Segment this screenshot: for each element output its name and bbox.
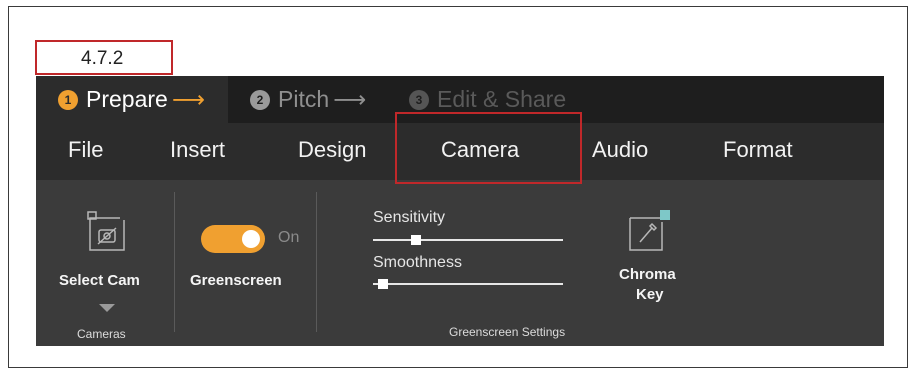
sensitivity-slider[interactable]	[373, 239, 563, 241]
ribbon-divider	[174, 192, 175, 332]
app-window: 1 Prepare ⟶ 2 Pitch ⟶ 3 Edit & Share Fil…	[36, 76, 884, 346]
menu-item-audio[interactable]: Audio	[592, 137, 648, 163]
step-prepare[interactable]: 1 Prepare ⟶	[36, 76, 228, 123]
chevron-down-icon[interactable]	[99, 304, 115, 312]
chroma-key-label-line2[interactable]: Key	[636, 286, 664, 303]
ribbon-divider	[316, 192, 317, 332]
greenscreen-settings-group-label: Greenscreen Settings	[449, 325, 566, 339]
step-label: Prepare	[86, 86, 168, 112]
toggle-knob	[242, 230, 260, 248]
menu-item-file[interactable]: File	[68, 137, 103, 163]
smoothness-label: Smoothness	[373, 254, 462, 271]
step-number-badge: 3	[409, 89, 429, 110]
step-arrow-icon: ⟶	[333, 86, 367, 112]
smoothness-slider-thumb[interactable]	[377, 279, 388, 289]
eyedropper-icon[interactable]	[626, 210, 670, 254]
toggle-state-label: On	[278, 229, 300, 246]
step-label: Pitch	[278, 86, 330, 112]
step-number-badge: 1	[58, 89, 78, 110]
smoothness-slider[interactable]	[373, 283, 563, 285]
step-label: Edit & Share	[437, 86, 567, 112]
menu-item-design[interactable]: Design	[298, 137, 366, 163]
version-annotation-box: 4.7.2	[35, 40, 173, 75]
greenscreen-label: Greenscreen	[190, 272, 282, 289]
camera-ribbon: Select Cam Cameras On Greenscreen Sensit…	[36, 180, 884, 346]
cameras-group-label: Cameras	[77, 327, 126, 341]
select-cam-button[interactable]: Select Cam	[59, 272, 140, 289]
chroma-key-label[interactable]: Chroma	[619, 266, 676, 283]
step-arrow-icon: ⟶	[171, 86, 205, 112]
camera-tab-highlight	[395, 112, 582, 184]
sensitivity-label: Sensitivity	[373, 209, 446, 226]
menu-item-format[interactable]: Format	[723, 137, 793, 163]
greenscreen-toggle[interactable]	[201, 225, 265, 253]
version-label: 4.7.2	[81, 48, 124, 69]
menu-item-insert[interactable]: Insert	[170, 137, 225, 163]
step-pitch[interactable]: 2 Pitch ⟶	[250, 76, 366, 123]
sensitivity-slider-thumb[interactable]	[411, 235, 421, 245]
step-number-badge: 2	[250, 89, 270, 110]
camera-off-icon	[87, 211, 125, 251]
